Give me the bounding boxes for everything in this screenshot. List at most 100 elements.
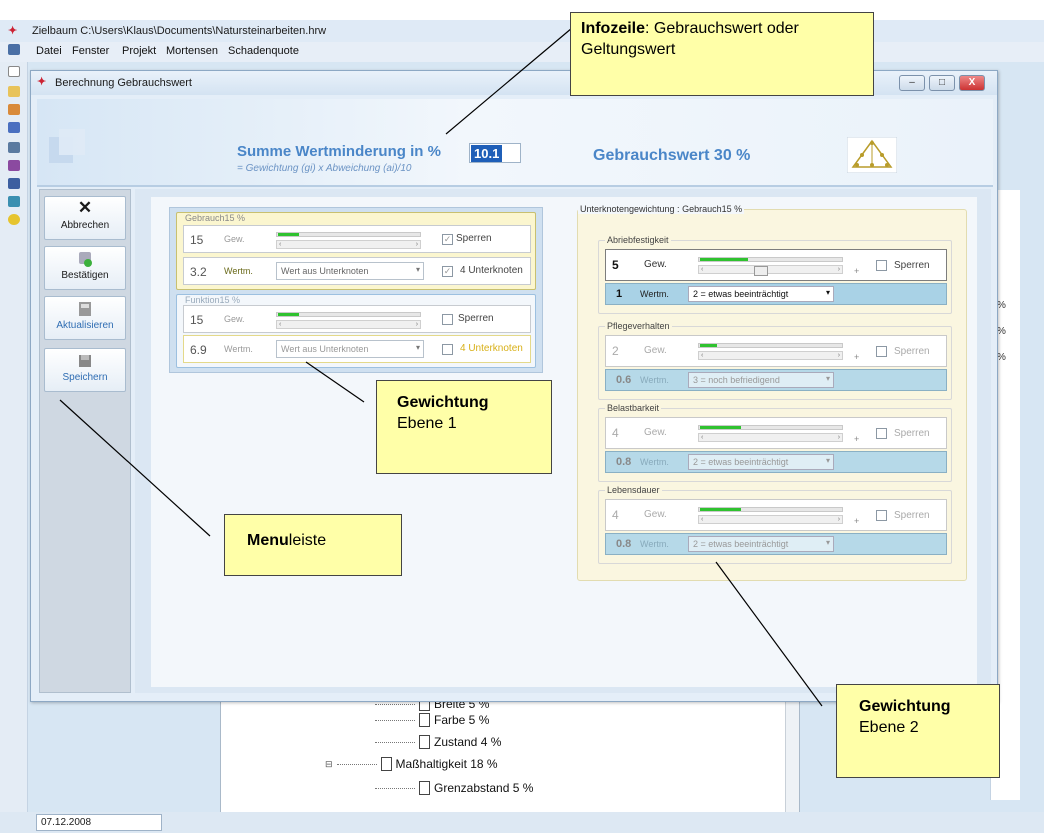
menu-projekt[interactable]: Projekt	[122, 45, 156, 57]
funktion-wertm-dropdown[interactable]: Wert aus Unterknoten ▾	[276, 340, 424, 358]
sub-gew-row: 4 Gew. ‹ › + Sperren	[605, 499, 947, 531]
app-toolbar-left	[0, 44, 28, 812]
note-gewichtung-2-text: Ebene 2	[859, 718, 919, 736]
app-title: Zielbaum C:\Users\Klaus\Documents\Naturs…	[32, 25, 327, 37]
chevron-down-icon: ▾	[415, 343, 420, 352]
sub-gew-row: 2 Gew. ‹ › + Sperren	[605, 335, 947, 367]
sum-value-field: 10.1	[469, 143, 521, 163]
tree-view-icon[interactable]	[8, 142, 20, 153]
info-header: Summe Wertminderung in % = Gewichtung (g…	[37, 99, 993, 187]
chevron-down-icon: ▾	[415, 265, 420, 274]
note-gewichtung-2-bold: Gewichtung	[859, 698, 951, 715]
sub-wertm-dropdown[interactable]: 2 = etwas beeinträchtigt ▾	[688, 536, 834, 552]
menu-datei[interactable]: Datei	[36, 45, 62, 57]
sub-lock-checkbox[interactable]	[876, 510, 887, 521]
sub-lock-label: Sperren	[894, 510, 930, 521]
sub-slider[interactable]: ‹ ›	[698, 422, 843, 442]
sub-lock-checkbox[interactable]	[876, 428, 887, 439]
sub-gew-value: 4	[612, 508, 619, 522]
sub-slider[interactable]: ‹ ›	[698, 254, 843, 274]
close-button[interactable]: X	[959, 75, 985, 91]
export-icon[interactable]	[8, 122, 20, 133]
note-menuleiste-text: leiste	[288, 532, 327, 549]
funktion-sub-checkbox[interactable]	[442, 344, 453, 355]
save-icon	[79, 355, 91, 367]
tree-collapse-icon[interactable]: ⊟	[325, 759, 333, 770]
sub-wertm-label: Wertm.	[640, 289, 669, 299]
sub-gew-label: Gew.	[644, 427, 667, 438]
calculator-icon[interactable]	[8, 160, 20, 171]
level2-panel: Unterknotengewichtung : Gebrauch15 % Abr…	[577, 204, 967, 581]
aktualisieren-button[interactable]: Aktualisieren	[44, 296, 126, 340]
gebrauch-wertm-dropdown[interactable]: Wert aus Unterknoten ▾	[276, 262, 424, 280]
minimize-button[interactable]: –	[899, 75, 925, 91]
tree-node-farbe[interactable]: Farbe 5 %	[375, 713, 489, 727]
bestaetigen-button[interactable]: Bestätigen	[44, 246, 126, 290]
plus-icon: +	[854, 434, 860, 444]
help-icon[interactable]	[8, 214, 20, 225]
settings-icon[interactable]	[8, 196, 20, 207]
funktion-gew-row: 15 Gew. ‹ › Sperren	[183, 305, 531, 333]
tree-node-masshaltigkeit[interactable]: ⊟ Maßhaltigkeit 18 %	[325, 757, 498, 771]
sub-wertm-value: 0.6	[616, 374, 632, 386]
note-gewichtung-1: Gewichtung Ebene 1	[376, 380, 552, 474]
import-icon[interactable]	[8, 104, 20, 115]
app-logo-icon: ✦	[8, 25, 18, 37]
status-date: 07.12.2008	[36, 814, 162, 831]
gebrauch-lock-checkbox[interactable]: ✓	[442, 234, 453, 245]
content-area: Gebrauch15 % 15 Gew. ‹ › ✓ Sperren 3.2 W…	[135, 189, 991, 693]
sub-wertm-row: 0.8 Wertm. 2 = etwas beeinträchtigt ▾	[605, 533, 947, 555]
toolbar-app-icon[interactable]	[8, 44, 20, 55]
sub-slider[interactable]: ‹ ›	[698, 504, 843, 524]
note-menuleiste-bold: Menu	[247, 532, 289, 549]
gebrauch-wertm-label: Wertm.	[224, 266, 253, 276]
sub-wertm-value: 0.8	[616, 538, 632, 550]
sub-wertm-label: Wertm.	[640, 457, 669, 467]
edit-icon[interactable]	[8, 178, 20, 189]
percent-mark: %	[997, 352, 1006, 363]
gebrauch-gew-value: 15	[190, 233, 204, 247]
funktion-wertm-value: 6.9	[190, 343, 207, 357]
tree-structure-icon[interactable]	[847, 137, 897, 173]
sub-lock-checkbox[interactable]	[876, 260, 887, 271]
confirm-icon	[79, 252, 92, 267]
tree-node-zustand[interactable]: Zustand 4 %	[375, 735, 501, 749]
group-gebrauch: Gebrauch15 % 15 Gew. ‹ › ✓ Sperren 3.2 W…	[176, 212, 536, 290]
sub-gew-value: 5	[612, 258, 619, 272]
sub-lock-checkbox[interactable]	[876, 346, 887, 357]
side-menu: ✕ Abbrechen Bestätigen Aktualisieren Spe…	[39, 189, 131, 693]
gebrauch-sub-checkbox[interactable]: ✓	[442, 266, 453, 277]
slider-thumb[interactable]	[754, 266, 768, 276]
tree-node-grenzabstand[interactable]: Grenzabstand 5 %	[375, 781, 533, 795]
funktion-slider[interactable]: ‹ ›	[276, 309, 421, 329]
note-menuleiste: Menuleiste	[224, 514, 402, 576]
gebrauch-slider[interactable]: ‹ ›	[276, 229, 421, 249]
menu-fenster[interactable]: Fenster	[72, 45, 109, 57]
sub-lock-label: Sperren	[894, 428, 930, 439]
funktion-wertm-label: Wertm.	[224, 344, 253, 354]
sub-wertm-dropdown[interactable]: 3 = noch befriedigend ▾	[688, 372, 834, 388]
menu-mortensen[interactable]: Mortensen	[166, 45, 218, 57]
value-label: Gebrauchswert 30 %	[593, 147, 751, 164]
maximize-button[interactable]: □	[929, 75, 955, 91]
funktion-gew-label: Gew.	[224, 314, 245, 324]
refresh-icon	[79, 302, 91, 316]
sub-wertm-dropdown[interactable]: 2 = etwas beeinträchtigt ▾	[688, 454, 834, 470]
sub-slider[interactable]: ‹ ›	[698, 340, 843, 360]
sub-wertm-dropdown[interactable]: 2 = etwas beeinträchtigt ▾	[688, 286, 834, 302]
percent-mark: %	[997, 326, 1006, 337]
abbrechen-button[interactable]: ✕ Abbrechen	[44, 196, 126, 240]
sub-gew-label: Gew.	[644, 345, 667, 356]
tree-scrollbar[interactable]	[785, 701, 799, 817]
new-file-icon[interactable]	[8, 66, 20, 77]
sub-slider-fill	[700, 508, 741, 511]
sub-wertm-label: Wertm.	[640, 539, 669, 549]
note-infozeile-bold: Infozeile	[581, 20, 646, 37]
open-folder-icon[interactable]	[8, 86, 20, 97]
speichern-button[interactable]: Speichern	[44, 348, 126, 392]
sub-criterion-legend: Belastbarkeit	[605, 403, 662, 413]
funktion-lock-checkbox[interactable]	[442, 314, 453, 325]
sum-subtitle: = Gewichtung (gi) x Abweichung (ai)/10	[237, 163, 412, 174]
cancel-icon: ✕	[77, 198, 93, 217]
menu-schadenquote[interactable]: Schadenquote	[228, 45, 299, 57]
